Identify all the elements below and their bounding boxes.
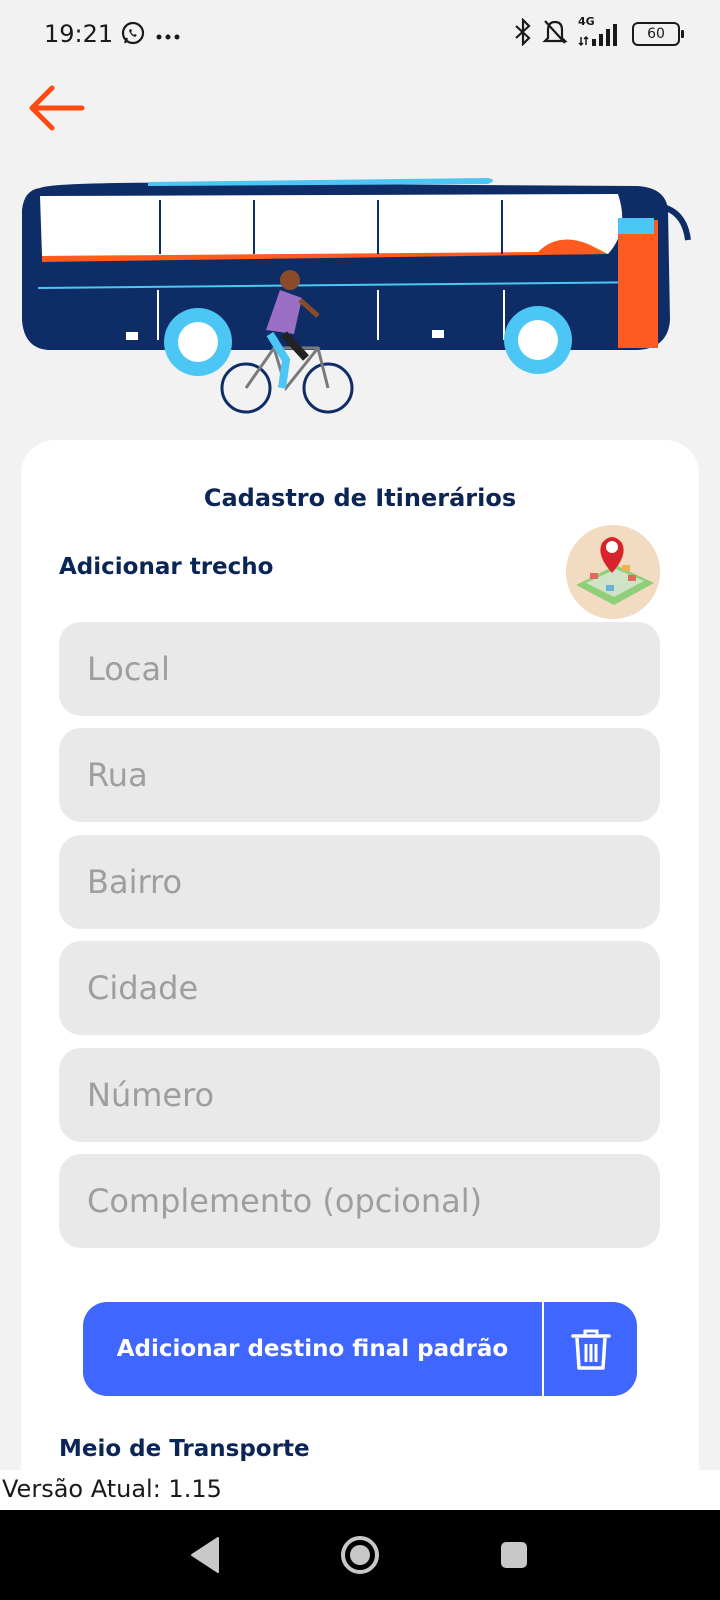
back-button[interactable]	[26, 80, 90, 136]
bus-illustration	[18, 170, 708, 430]
signal-icon: 4G	[578, 15, 622, 47]
neighborhood-input[interactable]	[59, 835, 660, 929]
nav-home-icon	[341, 1536, 379, 1574]
street-input[interactable]	[59, 728, 660, 822]
status-system-icons: 4G 60	[514, 15, 684, 50]
nav-recent-icon	[501, 1542, 527, 1568]
page-title: Cadastro de Itinerários	[203, 484, 517, 512]
delete-button[interactable]	[544, 1302, 637, 1396]
nav-home-button[interactable]	[337, 1532, 383, 1578]
network-type: 4G	[578, 15, 595, 28]
bluetooth-icon	[514, 17, 532, 50]
nav-back-button[interactable]	[182, 1532, 228, 1578]
version-label: Versão Atual: 1.15	[2, 1475, 222, 1503]
arrow-left-icon	[29, 85, 85, 131]
city-input[interactable]	[59, 941, 660, 1035]
version-bar: Versão Atual: 1.15	[0, 1470, 720, 1510]
whatsapp-icon	[120, 20, 146, 50]
status-notification-icons	[120, 20, 180, 50]
number-input[interactable]	[59, 1048, 660, 1142]
bell-off-icon	[542, 18, 568, 50]
nav-back-icon	[191, 1537, 219, 1573]
navigation-bar	[0, 1510, 720, 1600]
battery-icon: 60	[632, 22, 684, 46]
itinerary-form-card: Cadastro de Itinerários Adicionar trecho…	[21, 440, 699, 1470]
transport-mode-heading: Meio de Transporte	[59, 1436, 310, 1462]
more-dots-icon	[156, 26, 180, 45]
map-pin-icon[interactable]	[566, 525, 660, 619]
add-default-destination-button[interactable]: Adicionar destino final padrão	[83, 1302, 544, 1396]
battery-level: 60	[647, 26, 665, 42]
add-segment-heading: Adicionar trecho	[59, 554, 274, 580]
destination-action-group: Adicionar destino final padrão	[83, 1302, 637, 1396]
complement-input[interactable]	[59, 1154, 660, 1248]
status-time: 19:21	[44, 20, 114, 48]
local-input[interactable]	[59, 622, 660, 716]
nav-recent-button[interactable]	[491, 1532, 537, 1578]
trash-icon	[570, 1329, 611, 1370]
status-bar: 19:21 4G 60	[0, 0, 720, 70]
